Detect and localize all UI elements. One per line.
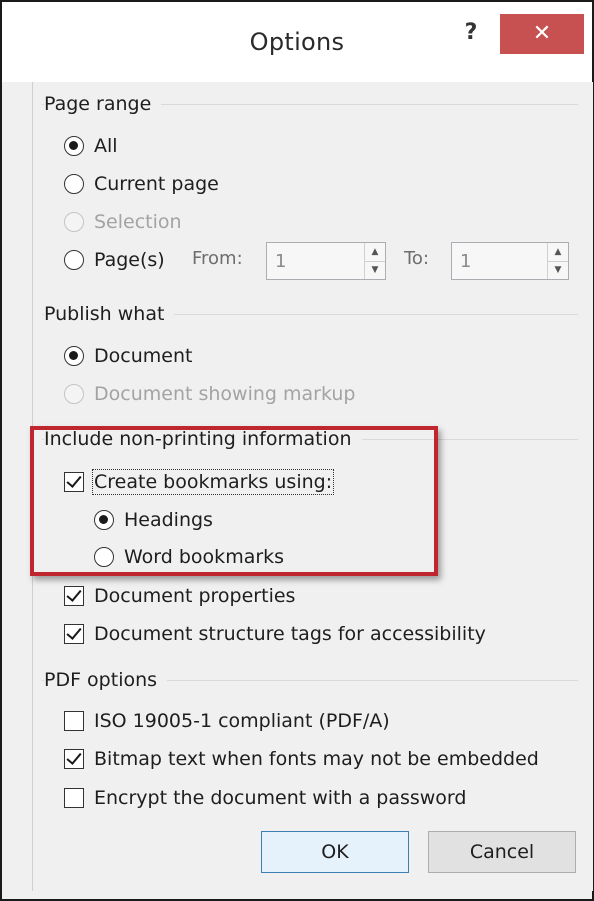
radio-all-button[interactable] [64,136,84,156]
checkbox-bitmap-label: Bitmap text when fonts may not be embedd… [94,748,539,770]
radio-selection-button [64,212,84,232]
publish-what-label: Publish what [44,303,175,325]
to-spin-up-icon[interactable]: ▲ [548,243,568,262]
radio-document-markup-button [64,384,84,404]
checkbox-document-properties-box[interactable] [64,586,84,606]
checkbox-encrypt-box[interactable] [64,788,84,808]
close-icon: ✕ [532,21,552,46]
checkbox-iso[interactable]: ISO 19005-1 compliant (PDF/A) [64,706,390,736]
radio-document[interactable]: Document [64,341,192,371]
ok-button[interactable]: OK [261,831,409,873]
dialog-title: Options [249,28,345,56]
highlight-annotation [30,426,438,576]
radio-current-page[interactable]: Current page [64,169,219,199]
radio-current-page-label: Current page [94,173,219,195]
radio-current-page-button[interactable] [64,174,84,194]
options-dialog: Options ? ✕ Page range All Current page … [0,0,594,901]
radio-pages-label: Page(s) [94,249,165,271]
radio-document-markup-label: Document showing markup [94,383,356,405]
from-label: From: [192,248,243,269]
pdf-options-label: PDF options [44,669,168,691]
title-bar: Options ? ✕ [2,2,592,82]
from-value: 1 [275,251,287,272]
help-button[interactable]: ? [452,18,490,48]
checkbox-encrypt[interactable]: Encrypt the document with a password [64,783,466,813]
radio-selection-label: Selection [94,211,182,233]
checkbox-iso-label: ISO 19005-1 compliant (PDF/A) [94,710,390,732]
radio-document-button[interactable] [64,346,84,366]
checkbox-iso-box[interactable] [64,711,84,731]
checkbox-document-properties-label: Document properties [94,585,296,607]
radio-all-label: All [94,135,118,157]
checkbox-bitmap-box[interactable] [64,749,84,769]
radio-pages[interactable]: Page(s) [64,245,165,275]
from-spin-up-icon[interactable]: ▲ [365,243,385,262]
close-button[interactable]: ✕ [500,14,584,54]
to-spinbox[interactable]: 1 ▲ ▼ [451,242,569,280]
radio-document-markup: Document showing markup [64,379,355,409]
from-spin-down-icon[interactable]: ▼ [365,261,385,279]
checkbox-structure-tags-label: Document structure tags for accessibilit… [94,623,486,645]
checkbox-encrypt-label: Encrypt the document with a password [94,787,467,809]
page-range-label: Page range [44,93,162,115]
from-spin-arrows: ▲ ▼ [364,243,385,279]
radio-all[interactable]: All [64,131,118,161]
checkbox-document-properties[interactable]: Document properties [64,581,295,611]
to-spin-down-icon[interactable]: ▼ [548,261,568,279]
to-value: 1 [460,251,472,272]
checkbox-bitmap[interactable]: Bitmap text when fonts may not be embedd… [64,744,539,774]
checkbox-structure-tags[interactable]: Document structure tags for accessibilit… [64,619,486,649]
radio-document-label: Document [94,345,193,367]
radio-pages-button[interactable] [64,250,84,270]
to-label: To: [404,248,430,269]
cancel-button[interactable]: Cancel [428,831,576,873]
to-spin-arrows: ▲ ▼ [547,243,568,279]
checkbox-structure-tags-box[interactable] [64,624,84,644]
radio-selection: Selection [64,207,182,237]
from-spinbox[interactable]: 1 ▲ ▼ [266,242,386,280]
